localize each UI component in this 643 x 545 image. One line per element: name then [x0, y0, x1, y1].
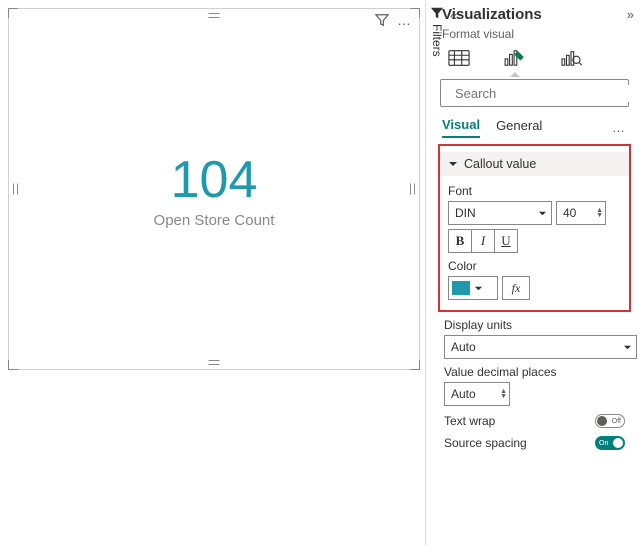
- font-size-spinner[interactable]: ▲▼: [596, 208, 603, 218]
- tabs-more-icon[interactable]: …: [612, 120, 627, 135]
- decimal-places-label: Value decimal places: [444, 365, 625, 379]
- analytics-tab[interactable]: [556, 47, 586, 69]
- visualizations-panel: Visualizations » Format visual Visual Ge…: [425, 0, 643, 545]
- panel-title: Visualizations: [442, 6, 542, 23]
- filters-label: Filters: [430, 24, 444, 57]
- text-wrap-label: Text wrap: [444, 414, 495, 428]
- display-units-label: Display units: [444, 318, 625, 332]
- section-title: Callout value: [464, 157, 536, 171]
- bold-button[interactable]: B: [448, 229, 472, 253]
- decimal-places-value: Auto: [451, 387, 476, 401]
- build-visual-tab[interactable]: [444, 47, 474, 69]
- font-family-value: DIN: [455, 206, 476, 220]
- search-input[interactable]: [453, 85, 633, 102]
- font-label: Font: [448, 184, 621, 198]
- format-visual-tab[interactable]: [500, 47, 530, 69]
- font-size-input[interactable]: 40 ▲▼: [556, 201, 606, 225]
- conditional-formatting-button[interactable]: fx: [502, 276, 530, 300]
- report-canvas: … 104 Open Store Count: [0, 0, 425, 545]
- panel-subtitle: Format visual: [442, 27, 633, 41]
- card-visual[interactable]: … 104 Open Store Count: [8, 8, 420, 370]
- expand-panel-chevron[interactable]: »: [627, 7, 631, 22]
- color-label: Color: [448, 259, 621, 273]
- tab-general[interactable]: General: [496, 118, 542, 137]
- underline-button[interactable]: U: [494, 229, 518, 253]
- color-picker[interactable]: [448, 276, 498, 300]
- source-spacing-label: Source spacing: [444, 436, 527, 450]
- decimal-places-input[interactable]: Auto ▲▼: [444, 382, 510, 406]
- format-search-input[interactable]: [440, 79, 629, 107]
- display-units-select[interactable]: Auto: [444, 335, 637, 359]
- font-family-select[interactable]: DIN: [448, 201, 552, 225]
- decimal-spinner[interactable]: ▲▼: [500, 389, 507, 399]
- toggle-state: Off: [612, 418, 621, 425]
- callout-value-section-highlight: Callout value Font DIN 40 ▲▼ B I U Color: [438, 144, 631, 312]
- display-units-value: Auto: [451, 340, 476, 354]
- italic-button[interactable]: I: [471, 229, 495, 253]
- source-spacing-toggle[interactable]: On: [595, 436, 625, 450]
- toggle-state: On: [599, 440, 608, 447]
- font-size-value: 40: [563, 206, 576, 220]
- card-value: 104: [171, 150, 258, 210]
- collapse-panel-chevron[interactable]: «: [450, 8, 454, 23]
- tab-visual[interactable]: Visual: [442, 117, 480, 138]
- callout-value-section-header[interactable]: Callout value: [440, 152, 629, 176]
- card-caption: Open Store Count: [154, 212, 275, 229]
- text-wrap-toggle[interactable]: Off: [595, 414, 625, 428]
- color-swatch: [452, 281, 470, 295]
